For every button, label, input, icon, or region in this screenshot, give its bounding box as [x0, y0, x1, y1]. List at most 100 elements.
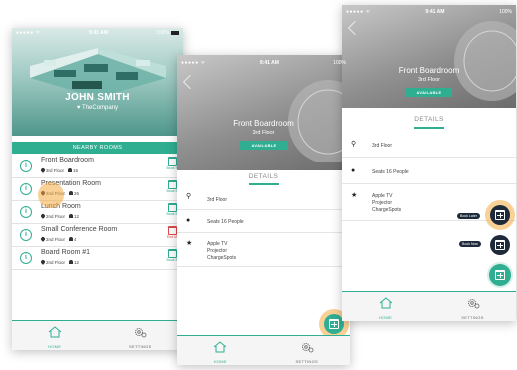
- pin-icon: [40, 167, 46, 173]
- settings-icon: [467, 299, 479, 309]
- room-floor: 3rd Floor: [417, 77, 440, 83]
- battery-indicator: 100%: [156, 30, 179, 36]
- tab-home-label: HOME: [48, 344, 62, 349]
- back-icon[interactable]: [182, 74, 198, 90]
- calendar-icon: [167, 203, 177, 212]
- detail-seats-row: ● Seats 16 People: [177, 213, 350, 233]
- info-icon[interactable]: i: [20, 160, 32, 172]
- book-fab-button[interactable]: [489, 264, 511, 286]
- room-header: ●●●●● ᯤ 9:41 AM 100% Front Boardroom 3rd…: [177, 55, 350, 170]
- home-icon: [48, 326, 62, 338]
- room-photo-decoration: [454, 21, 516, 101]
- detail-floor-row: ⚲ 3rd Floor: [177, 192, 350, 210]
- room-seats: 12: [74, 214, 80, 219]
- info-icon[interactable]: i: [20, 252, 32, 264]
- tab-home-label: HOME: [378, 315, 393, 320]
- pin-icon: [40, 236, 46, 242]
- book-now-label[interactable]: Book Now: [459, 241, 481, 247]
- room-floor: 2nd Floor: [46, 260, 66, 265]
- tab-bar: HOME SETTINGS: [177, 335, 350, 365]
- room-meta: 3rd Floor 16: [40, 167, 79, 173]
- tab-settings-label: SETTINGS: [295, 359, 318, 364]
- battery-percent: 100%: [156, 30, 169, 36]
- status-time: 9:41 AM: [259, 60, 279, 66]
- book-now-button[interactable]: [490, 235, 510, 255]
- room-item-small-conference-room[interactable]: i Small Conference Room 2nd Floor 4 End M: [12, 224, 183, 247]
- room-list: i Front Boardroom 3rd Floor 16 Book It i …: [12, 155, 183, 270]
- room-meta: 2nd Floor 4: [40, 236, 77, 242]
- room-seats: 4: [74, 237, 77, 242]
- battery-icon: [170, 30, 179, 35]
- tab-details[interactable]: DETAILS: [342, 116, 516, 123]
- amenity-item: ChargeSpots: [207, 255, 237, 261]
- book-later-button[interactable]: [490, 205, 510, 225]
- calendar-icon: [495, 270, 505, 280]
- info-icon[interactable]: i: [20, 229, 32, 241]
- room-meta: 2nd Floor 12: [40, 213, 80, 219]
- room-item-board-room-1[interactable]: i Board Room #1 2nd Floor 12 Book It: [12, 247, 183, 270]
- room-item-lunch-room[interactable]: i Lunch Room 2nd Floor 12 Book It: [12, 201, 183, 224]
- tab-home[interactable]: HOME: [12, 321, 98, 350]
- tab-settings[interactable]: SETTINGS: [429, 292, 516, 321]
- details-tab-indicator: [249, 183, 279, 185]
- room-seats: 16: [73, 168, 79, 173]
- book-fab-button[interactable]: [324, 314, 344, 334]
- phone-room-detail: ●●●●● ᯤ 9:41 AM 100% Front Boardroom 3rd…: [177, 55, 350, 365]
- room-floor: 2nd Floor: [46, 237, 66, 242]
- person-icon: [69, 214, 74, 218]
- amenity-item: Apple TV: [207, 241, 228, 247]
- detail-floor: 3rd Floor: [372, 143, 393, 149]
- company-name: ♥ TheCompany: [76, 105, 119, 111]
- info-icon[interactable]: i: [20, 206, 32, 218]
- tab-bar: HOME SETTINGS: [12, 320, 183, 350]
- pin-icon: ⚲: [351, 141, 357, 148]
- tab-details[interactable]: DETAILS: [177, 173, 350, 180]
- info-icon[interactable]: i: [20, 183, 32, 195]
- tap-highlight: [38, 182, 64, 208]
- tab-settings[interactable]: SETTINGS: [98, 321, 184, 350]
- status-bar: ●●●●● ᯤ 9:41 AM 100%: [177, 58, 350, 68]
- signal-indicator: ●●●●● ᯤ: [181, 60, 206, 66]
- person-icon: [68, 168, 73, 172]
- room-meta: 2nd Floor 12: [40, 259, 79, 265]
- room-floor: 3rd Floor: [46, 168, 65, 173]
- tab-bar: HOME SETTINGS: [342, 291, 516, 321]
- star-icon: ★: [186, 240, 193, 247]
- room-title: Front Boardroom: [233, 119, 294, 128]
- settings-icon: [301, 343, 314, 353]
- tab-home[interactable]: HOME: [342, 292, 429, 321]
- room-name: Front Boardroom: [41, 157, 94, 164]
- calendar-icon: [495, 210, 505, 220]
- room-name: Small Conference Room: [41, 226, 118, 233]
- signal-indicator: ●●●●● ᯤ: [346, 9, 371, 15]
- nearby-rooms-header: NEARBY ROOMS: [12, 142, 183, 154]
- tab-home[interactable]: HOME: [177, 336, 264, 365]
- status-bar: ●●●●● ᯤ 9:41 AM 100%: [12, 28, 183, 38]
- pin-icon: ⚲: [186, 193, 192, 200]
- phone-nearby-rooms: ●●●●● ᯤ 9:41 AM 100% JOHN SMITH ♥ TheCom…: [12, 28, 183, 350]
- back-icon[interactable]: [347, 20, 363, 36]
- calendar-icon: [167, 249, 177, 258]
- phone-room-detail-booking: ●●●●● ᯤ 9:41 AM 100% Front Boardroom 3rd…: [342, 5, 516, 321]
- tab-settings[interactable]: SETTINGS: [264, 336, 351, 365]
- user-name: JOHN SMITH: [65, 92, 130, 103]
- book-later-label[interactable]: Book Later: [457, 213, 480, 219]
- room-floor: 2nd Floor: [46, 214, 66, 219]
- pin-icon: [40, 213, 46, 219]
- room-header: ●●●●● ᯤ 9:41 AM 100% Front Boardroom 3rd…: [342, 5, 516, 108]
- tab-settings-label: SETTINGS: [129, 344, 152, 349]
- profile-header: ●●●●● ᯤ 9:41 AM 100% JOHN SMITH ♥ TheCom…: [12, 28, 183, 136]
- person-icon: [69, 237, 74, 241]
- battery-percent: 100%: [333, 60, 346, 66]
- settings-icon: [135, 328, 147, 338]
- calendar-icon: [167, 157, 177, 166]
- calendar-icon: [329, 319, 339, 329]
- detail-floor-row: ⚲ 3rd Floor: [342, 136, 516, 158]
- person-icon: [69, 260, 74, 264]
- person-icon: ●: [186, 217, 191, 224]
- signal-indicator: ●●●●● ᯤ: [16, 30, 41, 36]
- details-tab-indicator: [414, 127, 444, 129]
- tab-home-label: HOME: [213, 359, 227, 364]
- status-time: 9:41 AM: [88, 30, 108, 36]
- room-item-front-boardroom[interactable]: i Front Boardroom 3rd Floor 16 Book It: [12, 155, 183, 178]
